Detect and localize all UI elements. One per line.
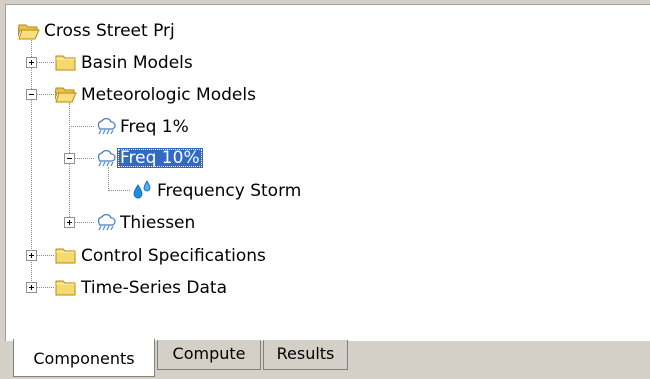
tree-item-meteorologic-models[interactable]: Meteorologic Models [81, 85, 256, 105]
collapse-toggle-meteorologic-models[interactable] [26, 89, 37, 100]
tab-results[interactable]: Results [263, 340, 348, 370]
tab-compute[interactable]: Compute [157, 340, 261, 370]
expand-toggle-basin-models[interactable] [26, 57, 37, 68]
components-tree-panel: Cross Street Prj Basin Models Meteorolog… [5, 4, 650, 341]
tree-item-frequency-storm[interactable]: Frequency Storm [157, 181, 301, 201]
collapse-toggle-freq-10[interactable] [64, 153, 75, 164]
folder-icon [55, 245, 77, 265]
folder-open-icon [18, 21, 40, 41]
expand-toggle-time-series-data[interactable] [26, 282, 37, 293]
tree-connector [108, 190, 130, 191]
tree-item-freq-10[interactable]: Freq 10% [117, 148, 203, 168]
folder-icon [55, 277, 77, 297]
tab-components[interactable]: Components [13, 339, 155, 377]
rain-cloud-icon [95, 212, 117, 232]
rain-cloud-icon [95, 116, 117, 136]
folder-icon [55, 52, 77, 72]
expand-toggle-thiessen[interactable] [64, 217, 75, 228]
expand-toggle-control-specifications[interactable] [26, 250, 37, 261]
water-drops-icon [131, 179, 153, 199]
tree-connector [108, 167, 109, 191]
tree-item-thiessen[interactable]: Thiessen [120, 213, 195, 233]
tree-item-freq-1[interactable]: Freq 1% [120, 117, 189, 137]
tree-item-control-specifications[interactable]: Control Specifications [81, 246, 266, 266]
folder-open-icon [55, 84, 77, 104]
tree-connector [69, 126, 94, 127]
rain-cloud-icon [95, 148, 117, 168]
tree-item-basin-models[interactable]: Basin Models [81, 53, 193, 73]
tree-root-label[interactable]: Cross Street Prj [44, 21, 175, 41]
bottom-tab-bar: Components Compute Results [0, 339, 650, 379]
tree-item-time-series-data[interactable]: Time-Series Data [81, 278, 227, 298]
